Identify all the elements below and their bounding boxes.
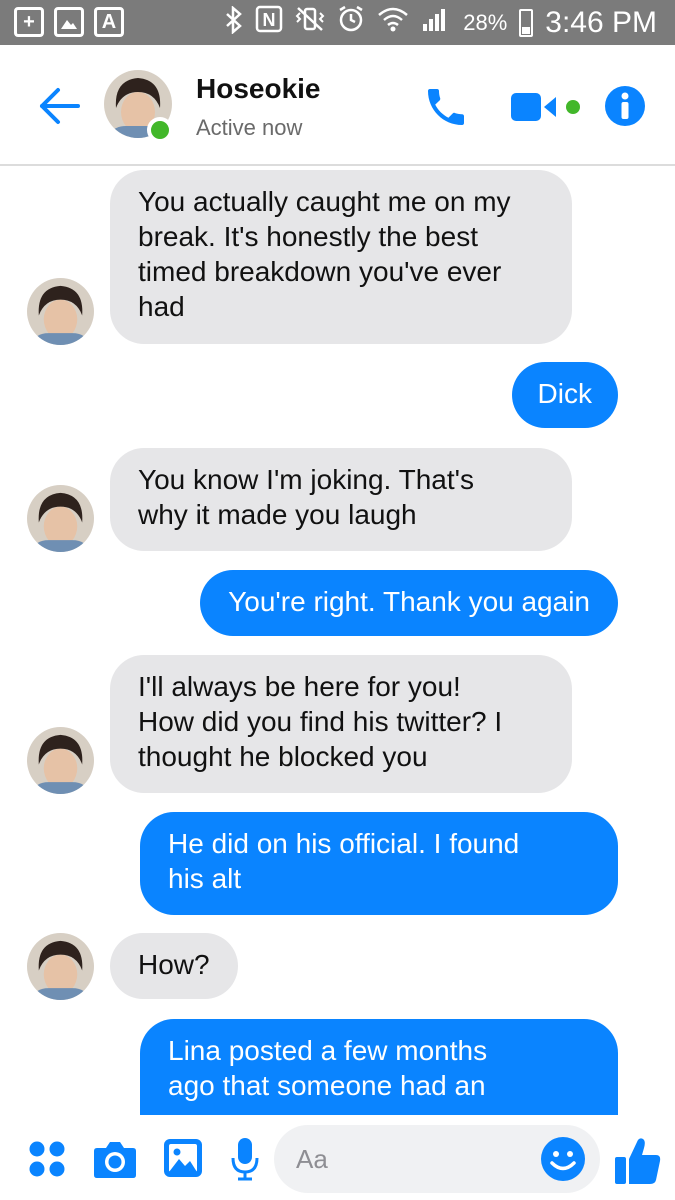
incoming-message[interactable]: I'll always be here for you! How did you… — [110, 655, 572, 793]
message-line: ago that someone had an — [168, 1070, 486, 1101]
image-icon — [54, 7, 84, 37]
conversation-header: Hoseokie Active now — [0, 45, 675, 166]
plus-icon: + — [14, 7, 44, 37]
mute-vibrate-icon — [295, 6, 325, 39]
message-composer — [0, 1115, 675, 1200]
message-line: his alt — [168, 863, 242, 894]
sender-avatar[interactable] — [27, 278, 94, 345]
clock-time: 3:46 PM — [545, 5, 657, 39]
more-apps-icon[interactable] — [28, 1140, 66, 1178]
wifi-icon — [377, 5, 409, 40]
incoming-message[interactable]: You know I'm joking. That's why it made … — [110, 448, 572, 551]
sender-avatar[interactable] — [27, 485, 94, 552]
message-line: I'll always be here for you! — [138, 671, 461, 702]
info-icon[interactable] — [604, 85, 646, 127]
message-line: Dick — [537, 378, 592, 409]
video-call-icon[interactable] — [510, 89, 588, 125]
message-line: He did on his official. I found — [168, 828, 520, 859]
phone-call-icon[interactable] — [422, 83, 470, 131]
back-arrow-icon[interactable] — [36, 83, 82, 129]
message-line: had — [138, 291, 185, 322]
message-line: break. It's honestly the best — [138, 221, 478, 252]
message-thread[interactable]: You actually caught me on my break. It's… — [0, 168, 675, 1115]
outgoing-message[interactable]: Lina posted a few months ago that someon… — [140, 1019, 618, 1115]
emoji-icon[interactable] — [540, 1136, 586, 1182]
camera-icon[interactable] — [93, 1139, 137, 1179]
font-icon: A — [94, 7, 124, 37]
status-bar: + A N 28% 3:46 PM — [0, 0, 675, 45]
incoming-message[interactable]: You actually caught me on my break. It's… — [110, 170, 572, 344]
svg-text:N: N — [263, 10, 276, 30]
message-line: How did you find his twitter? I — [138, 706, 503, 737]
active-status: Active now — [196, 115, 303, 140]
message-line: why it made you laugh — [138, 499, 417, 530]
thumbs-up-icon[interactable] — [614, 1135, 662, 1185]
message-line: Lina posted a few months — [168, 1035, 488, 1066]
nfc-icon: N — [255, 5, 283, 40]
signal-icon — [421, 5, 451, 40]
alarm-icon — [337, 5, 365, 40]
gallery-icon[interactable] — [163, 1138, 203, 1178]
bluetooth-icon — [225, 5, 243, 39]
battery-percent: 28% — [463, 9, 508, 35]
message-line: You actually caught me on my — [138, 186, 511, 217]
message-line: thought he blocked you — [138, 741, 428, 772]
incoming-message[interactable]: How? — [110, 933, 238, 999]
battery-icon — [519, 8, 534, 37]
sender-avatar[interactable] — [27, 727, 94, 794]
outgoing-message[interactable]: He did on his official. I found his alt — [140, 812, 618, 915]
online-indicator — [147, 117, 173, 143]
sender-avatar[interactable] — [27, 933, 94, 1000]
outgoing-message[interactable]: Dick — [511, 362, 618, 428]
message-line: You're right. Thank you again — [228, 586, 590, 617]
message-line: timed breakdown you've ever — [138, 256, 502, 287]
message-line: You know I'm joking. That's — [138, 464, 474, 495]
contact-name[interactable]: Hoseokie — [196, 73, 321, 105]
microphone-icon[interactable] — [230, 1137, 260, 1181]
message-line: How? — [138, 949, 210, 980]
outgoing-message[interactable]: You're right. Thank you again — [200, 570, 618, 636]
